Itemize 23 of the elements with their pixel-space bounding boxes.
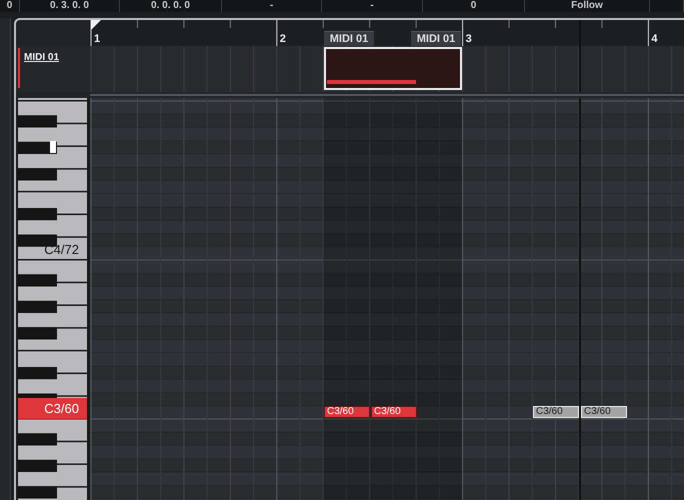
- part-label: MIDI 01: [324, 31, 374, 47]
- timeline-ruler[interactable]: 1 2 MIDI 01 MIDI 01 3 4: [90, 20, 684, 46]
- bar-number: 1: [94, 33, 100, 45]
- toolbar-field[interactable]: 0: [423, 0, 525, 12]
- midi-note[interactable]: C3/60: [324, 406, 370, 418]
- bar-number: 2: [280, 33, 286, 45]
- midi-note[interactable]: C3/60: [581, 406, 627, 418]
- key-label: C3/60: [18, 398, 87, 419]
- start-marker-icon[interactable]: [91, 20, 101, 30]
- midi-note[interactable]: C3/60: [533, 406, 579, 418]
- toolbar-field[interactable]: -: [322, 0, 423, 12]
- track-name[interactable]: MIDI 01: [24, 52, 60, 63]
- toolbar-field[interactable]: 0: [0, 0, 20, 12]
- part-label: MIDI 01: [411, 31, 461, 47]
- toolbar-field[interactable]: 0. 3. 0. 0: [20, 0, 120, 12]
- toolbar-field[interactable]: -: [222, 0, 322, 12]
- keyboard-drawing[interactable]: [18, 98, 88, 500]
- midi-note[interactable]: C3/60: [371, 406, 417, 418]
- bar-number: 4: [651, 33, 658, 45]
- midi-part[interactable]: [324, 47, 462, 90]
- bar-number: 3: [466, 33, 472, 45]
- toolbar-field[interactable]: 0. 0. 0. 0: [120, 0, 222, 12]
- toolbar-field[interactable]: Follow: [525, 0, 650, 12]
